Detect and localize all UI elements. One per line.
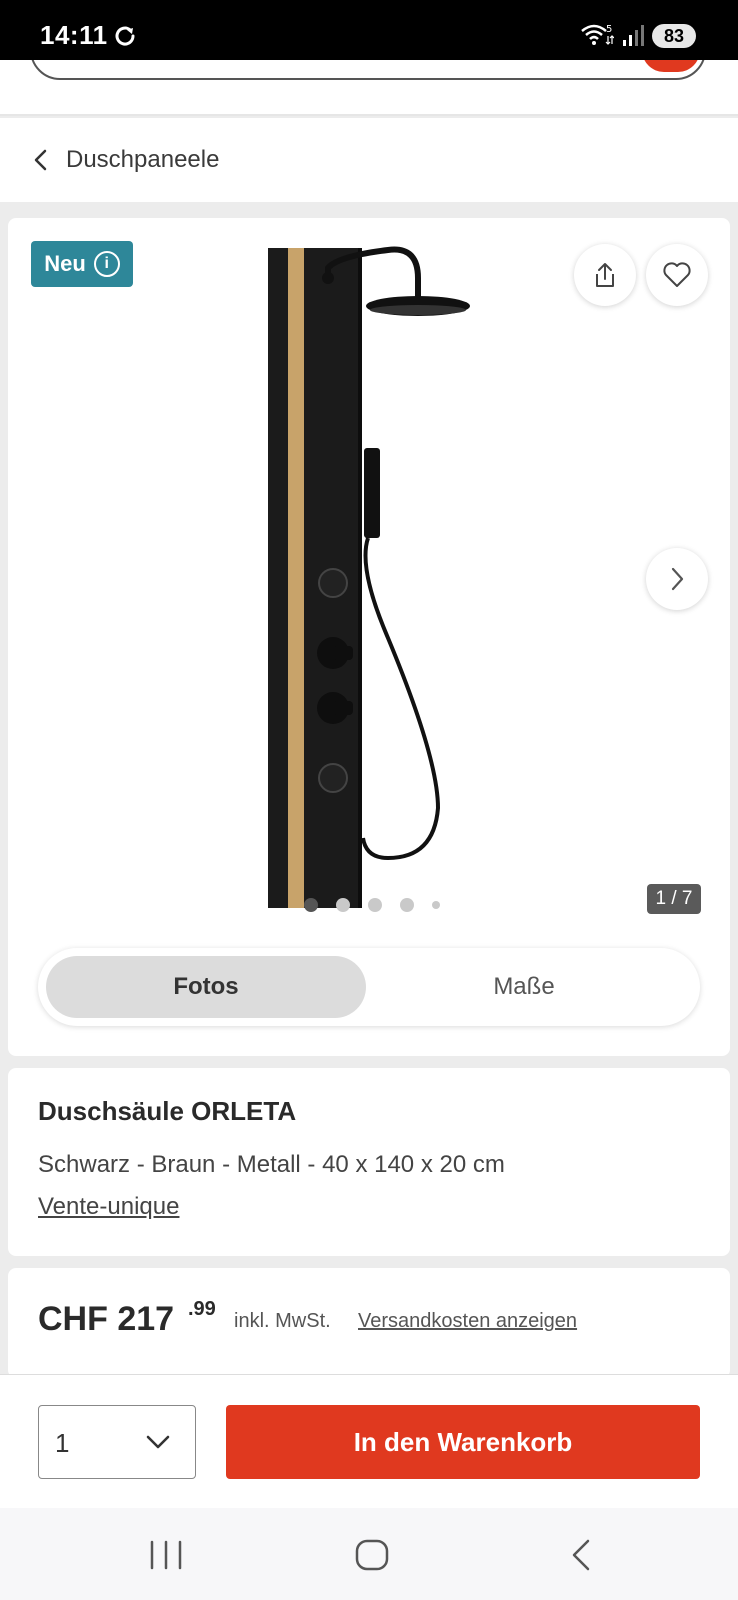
share-button[interactable] (574, 244, 636, 306)
carousel-dots (304, 898, 440, 912)
add-to-cart-bar: 1 In den Warenkorb (0, 1374, 738, 1508)
battery-indicator: 83 (652, 24, 696, 48)
wifi-icon: 5 (581, 24, 614, 45)
product-title: Duschsäule ORLETA (38, 1096, 297, 1126)
heart-icon (663, 262, 691, 287)
carousel-dot[interactable] (336, 898, 350, 912)
next-chevron-icon (671, 567, 684, 591)
carousel-dot[interactable] (368, 898, 382, 912)
seller-link[interactable]: Vente-unique (38, 1193, 179, 1221)
next-image-button[interactable] (646, 548, 708, 610)
carousel-dot[interactable] (432, 901, 440, 909)
status-time: 14:11 (40, 20, 108, 50)
tab-fotos[interactable]: Fotos (46, 956, 366, 1018)
wishlist-button[interactable] (646, 244, 708, 306)
dropdown-chevron-icon (146, 1435, 170, 1449)
product-description: Schwarz - Braun - Metall - 40 x 140 x 20… (38, 1151, 505, 1178)
tab-masse[interactable]: Maße (364, 956, 684, 1018)
price-decimals: .99 (188, 1298, 216, 1320)
new-badge-label: Neu (44, 251, 86, 276)
vat-note: inkl. MwSt. (234, 1310, 331, 1332)
system-nav-bar (0, 1508, 738, 1600)
status-bar: 14:11 5 83 (0, 0, 738, 60)
carousel-dot[interactable] (400, 898, 414, 912)
signal-icon (623, 25, 644, 46)
info-icon: i (93, 251, 120, 277)
shipping-costs-link[interactable]: Versandkosten anzeigen (358, 1310, 577, 1333)
quantity-value: 1 (55, 1428, 70, 1458)
quantity-select[interactable]: 1 (38, 1405, 196, 1479)
breadcrumb-label: Duschpaneele (66, 146, 220, 173)
sync-icon (115, 26, 135, 46)
product-gallery: Neu i 1 / 7 Fotos Maße (8, 218, 730, 1056)
price-amount: CHF 217 (38, 1300, 175, 1338)
back-chevron-icon (34, 149, 47, 171)
image-counter: 1 / 7 (647, 884, 701, 914)
breadcrumb[interactable]: Duschpaneele (0, 118, 738, 202)
search-bar-area (0, 60, 738, 116)
media-tabs: Fotos Maße (38, 948, 700, 1026)
new-badge[interactable]: Neu i (31, 241, 133, 287)
product-image[interactable] (238, 238, 498, 938)
svg-text:5: 5 (606, 24, 612, 35)
home-icon[interactable] (352, 1538, 392, 1572)
carousel-dot[interactable] (304, 898, 318, 912)
recents-icon[interactable] (146, 1538, 186, 1572)
add-to-cart-button[interactable]: In den Warenkorb (226, 1405, 700, 1479)
back-nav-icon[interactable] (562, 1538, 602, 1572)
share-icon (596, 263, 614, 287)
search-input[interactable] (30, 60, 706, 80)
price-card: CHF 217 .99 inkl. MwSt. Versandkosten an… (8, 1268, 730, 1378)
product-info-card: Duschsäule ORLETA Schwarz - Braun - Meta… (8, 1068, 730, 1256)
